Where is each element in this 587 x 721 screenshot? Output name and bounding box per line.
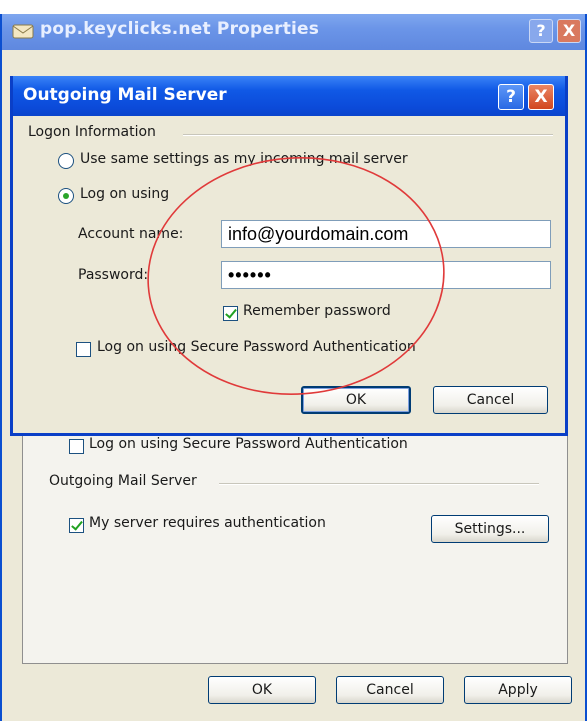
dialog-titlebar: Outgoing Mail Server ? X — [13, 76, 565, 116]
account-name-input[interactable]: info@yourdomain.com — [221, 220, 551, 248]
properties-spa-checkbox[interactable] — [69, 439, 84, 454]
properties-title: pop.keyclicks.net Properties — [40, 19, 320, 39]
remember-password-checkbox[interactable] — [223, 306, 238, 321]
remember-password-label: Remember password — [243, 303, 391, 319]
dialog-close-button[interactable]: X — [528, 84, 554, 110]
requires-auth-label: My server requires authentication — [89, 515, 326, 531]
properties-help-button[interactable]: ? — [529, 19, 553, 43]
screenshot-stage: pop.keyclicks.net Properties ? X Log on … — [0, 0, 587, 721]
properties-cancel-button[interactable]: Cancel — [336, 676, 444, 704]
properties-apply-button[interactable]: Apply — [464, 676, 572, 704]
password-label: Password: — [78, 267, 149, 283]
spa-checkbox[interactable] — [76, 342, 91, 357]
properties-spa-label: Log on using Secure Password Authenticat… — [89, 436, 408, 452]
outgoing-group-label: Outgoing Mail Server — [49, 473, 197, 489]
dialog-help-button[interactable]: ? — [498, 84, 524, 110]
password-input[interactable]: •••••• — [221, 261, 551, 289]
log-on-using-radio[interactable] — [58, 188, 74, 204]
dialog-title: Outgoing Mail Server — [23, 85, 227, 105]
outgoing-group-divider — [219, 483, 539, 485]
spa-label: Log on using Secure Password Authenticat… — [97, 339, 416, 355]
outgoing-mail-server-dialog: Outgoing Mail Server ? X Logon Informati… — [10, 76, 568, 436]
dialog-ok-button[interactable]: OK — [301, 386, 411, 414]
properties-close-button[interactable]: X — [557, 19, 581, 43]
account-name-label: Account name: — [78, 226, 184, 242]
properties-ok-button[interactable]: OK — [208, 676, 316, 704]
logon-group-label: Logon Information — [28, 124, 156, 140]
mail-envelope-icon — [12, 24, 34, 39]
log-on-using-label: Log on using — [80, 186, 170, 202]
same-settings-radio[interactable] — [58, 153, 74, 169]
settings-button[interactable]: Settings... — [431, 515, 549, 543]
same-settings-label: Use same settings as my incoming mail se… — [80, 151, 408, 167]
requires-auth-checkbox[interactable] — [69, 518, 84, 533]
logon-group-divider — [183, 134, 553, 136]
properties-titlebar: pop.keyclicks.net Properties ? X — [2, 14, 585, 50]
dialog-cancel-button[interactable]: Cancel — [433, 386, 548, 414]
